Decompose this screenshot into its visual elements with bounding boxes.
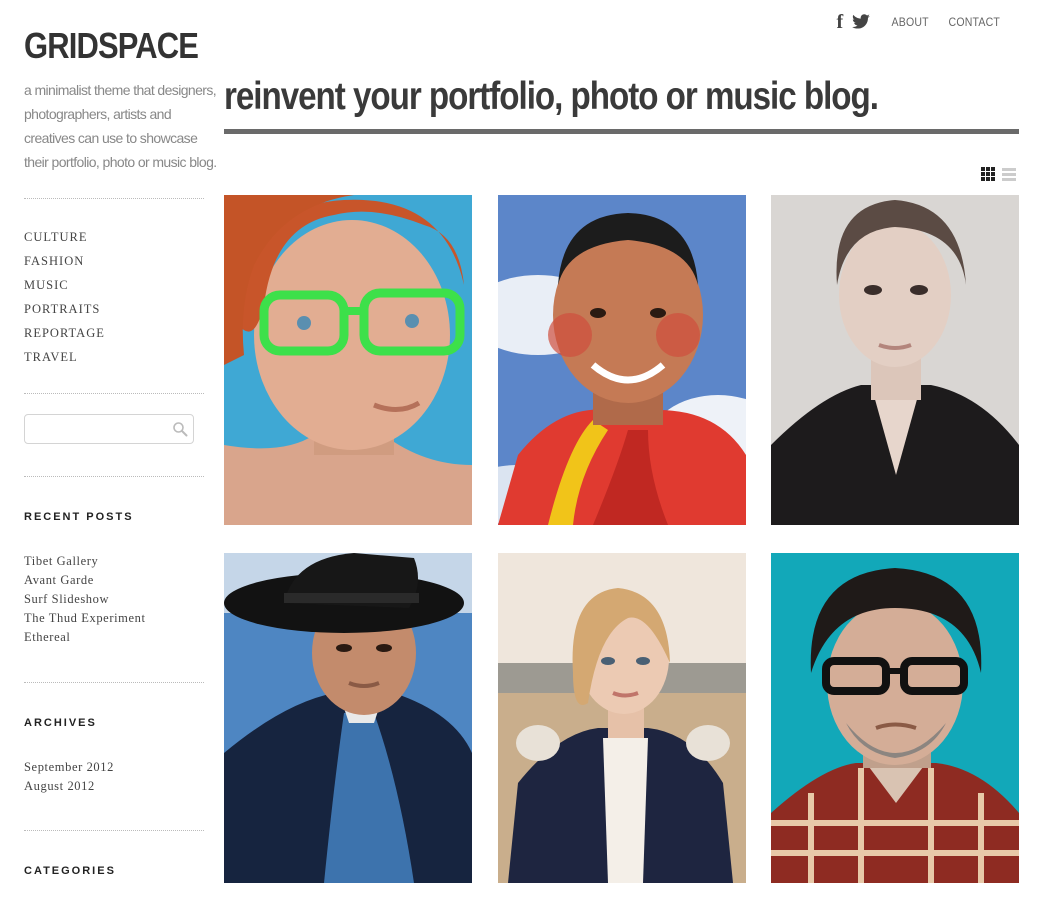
contact-link[interactable]: CONTACT: [949, 15, 1000, 29]
portrait-photo: [498, 553, 746, 883]
portfolio-thumbnail[interactable]: [771, 553, 1019, 883]
categories-title: CATEGORIES: [24, 865, 116, 877]
portrait-photo: [498, 195, 746, 525]
nav-item-travel[interactable]: TRAVEL: [24, 345, 204, 369]
nav-item-culture[interactable]: CULTURE: [24, 225, 204, 249]
twitter-icon[interactable]: [851, 14, 871, 30]
recent-posts-list: Tibet Gallery Avant Garde Surf Slideshow…: [24, 552, 204, 647]
recent-post-link[interactable]: Avant Garde: [24, 571, 204, 590]
portrait-photo: [224, 195, 472, 525]
search-icon[interactable]: [172, 421, 188, 437]
portrait-photo: [224, 553, 472, 883]
portfolio-grid: [224, 195, 1019, 883]
nav-item-reportage[interactable]: REPORTAGE: [24, 321, 204, 345]
portrait-photo: [771, 553, 1019, 883]
portfolio-thumbnail[interactable]: [224, 553, 472, 883]
sidebar-divider: [24, 682, 204, 683]
facebook-icon[interactable]: f: [836, 12, 843, 32]
recent-posts-title: RECENT POSTS: [24, 511, 134, 523]
portfolio-thumbnail[interactable]: [771, 195, 1019, 525]
headline-rule: [224, 129, 1019, 134]
recent-post-link[interactable]: Surf Slideshow: [24, 590, 204, 609]
page-headline: reinvent your portfolio, photo or music …: [224, 75, 879, 118]
archives-title: ARCHIVES: [24, 717, 97, 729]
social-links: f: [836, 12, 871, 32]
nav-item-portraits[interactable]: PORTRAITS: [24, 297, 204, 321]
sidebar-divider: [24, 393, 204, 394]
sidebar-divider: [24, 830, 204, 831]
sidebar-divider: [24, 476, 204, 477]
portfolio-thumbnail[interactable]: [224, 195, 472, 525]
site-logo[interactable]: GRIDSPACE: [24, 26, 199, 66]
about-link[interactable]: ABOUT: [892, 15, 929, 29]
category-nav: CULTURE FASHION MUSIC PORTRAITS REPORTAG…: [24, 225, 204, 369]
portfolio-thumbnail[interactable]: [498, 553, 746, 883]
portfolio-thumbnail[interactable]: [498, 195, 746, 525]
nav-item-fashion[interactable]: FASHION: [24, 249, 204, 273]
nav-item-music[interactable]: MUSIC: [24, 273, 204, 297]
recent-post-link[interactable]: Tibet Gallery: [24, 552, 204, 571]
portrait-photo: [771, 195, 1019, 525]
sidebar: GRIDSPACE a minimalist theme that design…: [24, 26, 217, 877]
view-toggle: [981, 167, 1016, 181]
grid-view-icon[interactable]: [981, 167, 995, 181]
sidebar-divider: [24, 198, 204, 199]
archive-link[interactable]: August 2012: [24, 777, 204, 796]
list-view-icon[interactable]: [1002, 167, 1016, 181]
search-input[interactable]: [24, 414, 194, 444]
archives-list: September 2012 August 2012: [24, 758, 204, 796]
recent-post-link[interactable]: Ethereal: [24, 628, 204, 647]
site-tagline: a minimalist theme that designers, photo…: [24, 82, 217, 170]
top-nav: f ABOUT CONTACT: [836, 12, 1004, 32]
archive-link[interactable]: September 2012: [24, 758, 204, 777]
recent-post-link[interactable]: The Thud Experiment: [24, 609, 204, 628]
